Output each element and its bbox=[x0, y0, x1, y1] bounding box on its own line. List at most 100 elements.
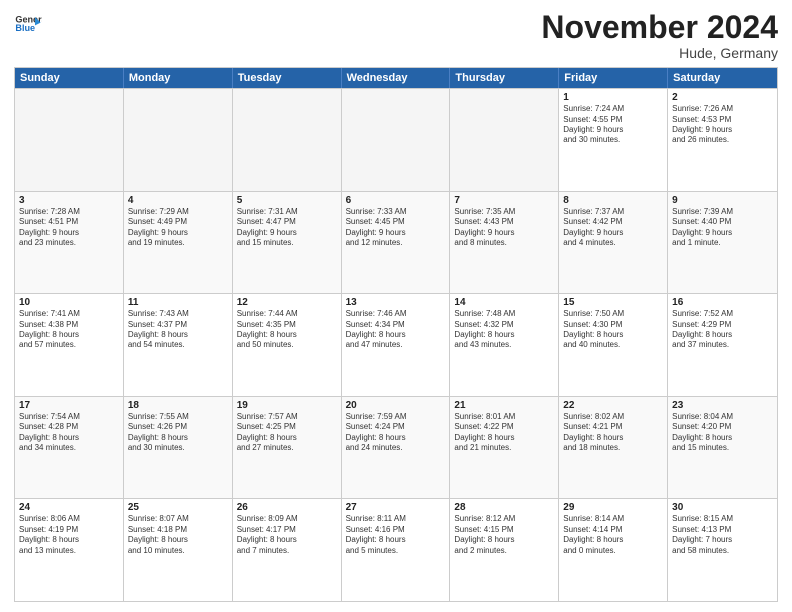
day-number: 16 bbox=[672, 297, 773, 308]
day-cell-8: 8Sunrise: 7:37 AM Sunset: 4:42 PM Daylig… bbox=[559, 192, 668, 294]
day-info: Sunrise: 8:09 AM Sunset: 4:17 PM Dayligh… bbox=[237, 514, 337, 556]
calendar-row-4: 24Sunrise: 8:06 AM Sunset: 4:19 PM Dayli… bbox=[15, 498, 777, 601]
day-number: 10 bbox=[19, 297, 119, 308]
day-info: Sunrise: 7:33 AM Sunset: 4:45 PM Dayligh… bbox=[346, 207, 446, 249]
day-cell-9: 9Sunrise: 7:39 AM Sunset: 4:40 PM Daylig… bbox=[668, 192, 777, 294]
day-info: Sunrise: 7:59 AM Sunset: 4:24 PM Dayligh… bbox=[346, 412, 446, 454]
day-number: 11 bbox=[128, 297, 228, 308]
day-cell-2: 2Sunrise: 7:26 AM Sunset: 4:53 PM Daylig… bbox=[668, 89, 777, 191]
empty-cell bbox=[342, 89, 451, 191]
day-number: 4 bbox=[128, 195, 228, 206]
day-info: Sunrise: 7:44 AM Sunset: 4:35 PM Dayligh… bbox=[237, 309, 337, 351]
day-info: Sunrise: 7:46 AM Sunset: 4:34 PM Dayligh… bbox=[346, 309, 446, 351]
day-cell-24: 24Sunrise: 8:06 AM Sunset: 4:19 PM Dayli… bbox=[15, 499, 124, 601]
day-cell-10: 10Sunrise: 7:41 AM Sunset: 4:38 PM Dayli… bbox=[15, 294, 124, 396]
weekday-header-sunday: Sunday bbox=[15, 68, 124, 88]
day-cell-16: 16Sunrise: 7:52 AM Sunset: 4:29 PM Dayli… bbox=[668, 294, 777, 396]
title-area: November 2024 Hude, Germany bbox=[541, 10, 778, 61]
day-number: 24 bbox=[19, 502, 119, 513]
day-cell-4: 4Sunrise: 7:29 AM Sunset: 4:49 PM Daylig… bbox=[124, 192, 233, 294]
weekday-header-monday: Monday bbox=[124, 68, 233, 88]
day-info: Sunrise: 7:31 AM Sunset: 4:47 PM Dayligh… bbox=[237, 207, 337, 249]
day-number: 26 bbox=[237, 502, 337, 513]
calendar-body: 1Sunrise: 7:24 AM Sunset: 4:55 PM Daylig… bbox=[15, 88, 777, 601]
weekday-header-saturday: Saturday bbox=[668, 68, 777, 88]
empty-cell bbox=[450, 89, 559, 191]
day-info: Sunrise: 7:39 AM Sunset: 4:40 PM Dayligh… bbox=[672, 207, 773, 249]
day-number: 20 bbox=[346, 400, 446, 411]
day-number: 12 bbox=[237, 297, 337, 308]
day-cell-1: 1Sunrise: 7:24 AM Sunset: 4:55 PM Daylig… bbox=[559, 89, 668, 191]
weekday-header-tuesday: Tuesday bbox=[233, 68, 342, 88]
month-title: November 2024 bbox=[541, 10, 778, 45]
day-number: 25 bbox=[128, 502, 228, 513]
day-info: Sunrise: 7:41 AM Sunset: 4:38 PM Dayligh… bbox=[19, 309, 119, 351]
day-number: 30 bbox=[672, 502, 773, 513]
day-info: Sunrise: 8:01 AM Sunset: 4:22 PM Dayligh… bbox=[454, 412, 554, 454]
empty-cell bbox=[15, 89, 124, 191]
day-info: Sunrise: 7:55 AM Sunset: 4:26 PM Dayligh… bbox=[128, 412, 228, 454]
day-cell-3: 3Sunrise: 7:28 AM Sunset: 4:51 PM Daylig… bbox=[15, 192, 124, 294]
calendar-row-2: 10Sunrise: 7:41 AM Sunset: 4:38 PM Dayli… bbox=[15, 293, 777, 396]
svg-text:Blue: Blue bbox=[15, 23, 35, 33]
day-info: Sunrise: 8:06 AM Sunset: 4:19 PM Dayligh… bbox=[19, 514, 119, 556]
day-info: Sunrise: 7:29 AM Sunset: 4:49 PM Dayligh… bbox=[128, 207, 228, 249]
calendar: SundayMondayTuesdayWednesdayThursdayFrid… bbox=[14, 67, 778, 602]
day-cell-21: 21Sunrise: 8:01 AM Sunset: 4:22 PM Dayli… bbox=[450, 397, 559, 499]
location: Hude, Germany bbox=[541, 45, 778, 61]
day-number: 14 bbox=[454, 297, 554, 308]
calendar-row-3: 17Sunrise: 7:54 AM Sunset: 4:28 PM Dayli… bbox=[15, 396, 777, 499]
day-cell-15: 15Sunrise: 7:50 AM Sunset: 4:30 PM Dayli… bbox=[559, 294, 668, 396]
day-info: Sunrise: 8:04 AM Sunset: 4:20 PM Dayligh… bbox=[672, 412, 773, 454]
day-number: 23 bbox=[672, 400, 773, 411]
day-number: 7 bbox=[454, 195, 554, 206]
day-cell-25: 25Sunrise: 8:07 AM Sunset: 4:18 PM Dayli… bbox=[124, 499, 233, 601]
day-number: 13 bbox=[346, 297, 446, 308]
day-info: Sunrise: 8:15 AM Sunset: 4:13 PM Dayligh… bbox=[672, 514, 773, 556]
day-cell-23: 23Sunrise: 8:04 AM Sunset: 4:20 PM Dayli… bbox=[668, 397, 777, 499]
header: General Blue November 2024 Hude, Germany bbox=[14, 10, 778, 61]
day-info: Sunrise: 8:14 AM Sunset: 4:14 PM Dayligh… bbox=[563, 514, 663, 556]
day-info: Sunrise: 8:07 AM Sunset: 4:18 PM Dayligh… bbox=[128, 514, 228, 556]
calendar-row-0: 1Sunrise: 7:24 AM Sunset: 4:55 PM Daylig… bbox=[15, 88, 777, 191]
empty-cell bbox=[124, 89, 233, 191]
day-info: Sunrise: 7:57 AM Sunset: 4:25 PM Dayligh… bbox=[237, 412, 337, 454]
day-cell-11: 11Sunrise: 7:43 AM Sunset: 4:37 PM Dayli… bbox=[124, 294, 233, 396]
day-number: 29 bbox=[563, 502, 663, 513]
day-number: 22 bbox=[563, 400, 663, 411]
day-number: 6 bbox=[346, 195, 446, 206]
weekday-header-thursday: Thursday bbox=[450, 68, 559, 88]
day-cell-17: 17Sunrise: 7:54 AM Sunset: 4:28 PM Dayli… bbox=[15, 397, 124, 499]
day-info: Sunrise: 8:02 AM Sunset: 4:21 PM Dayligh… bbox=[563, 412, 663, 454]
day-number: 18 bbox=[128, 400, 228, 411]
day-number: 3 bbox=[19, 195, 119, 206]
day-cell-26: 26Sunrise: 8:09 AM Sunset: 4:17 PM Dayli… bbox=[233, 499, 342, 601]
calendar-row-1: 3Sunrise: 7:28 AM Sunset: 4:51 PM Daylig… bbox=[15, 191, 777, 294]
day-cell-27: 27Sunrise: 8:11 AM Sunset: 4:16 PM Dayli… bbox=[342, 499, 451, 601]
day-number: 21 bbox=[454, 400, 554, 411]
weekday-header-friday: Friday bbox=[559, 68, 668, 88]
day-number: 27 bbox=[346, 502, 446, 513]
day-cell-13: 13Sunrise: 7:46 AM Sunset: 4:34 PM Dayli… bbox=[342, 294, 451, 396]
day-info: Sunrise: 7:54 AM Sunset: 4:28 PM Dayligh… bbox=[19, 412, 119, 454]
calendar-header: SundayMondayTuesdayWednesdayThursdayFrid… bbox=[15, 68, 777, 88]
day-info: Sunrise: 7:26 AM Sunset: 4:53 PM Dayligh… bbox=[672, 104, 773, 146]
page: General Blue November 2024 Hude, Germany… bbox=[0, 0, 792, 612]
day-number: 2 bbox=[672, 92, 773, 103]
day-info: Sunrise: 7:28 AM Sunset: 4:51 PM Dayligh… bbox=[19, 207, 119, 249]
day-number: 9 bbox=[672, 195, 773, 206]
day-info: Sunrise: 7:50 AM Sunset: 4:30 PM Dayligh… bbox=[563, 309, 663, 351]
day-info: Sunrise: 7:37 AM Sunset: 4:42 PM Dayligh… bbox=[563, 207, 663, 249]
day-info: Sunrise: 8:12 AM Sunset: 4:15 PM Dayligh… bbox=[454, 514, 554, 556]
logo-icon: General Blue bbox=[14, 10, 42, 38]
day-number: 28 bbox=[454, 502, 554, 513]
day-cell-20: 20Sunrise: 7:59 AM Sunset: 4:24 PM Dayli… bbox=[342, 397, 451, 499]
day-cell-30: 30Sunrise: 8:15 AM Sunset: 4:13 PM Dayli… bbox=[668, 499, 777, 601]
day-info: Sunrise: 7:48 AM Sunset: 4:32 PM Dayligh… bbox=[454, 309, 554, 351]
day-cell-5: 5Sunrise: 7:31 AM Sunset: 4:47 PM Daylig… bbox=[233, 192, 342, 294]
day-info: Sunrise: 7:43 AM Sunset: 4:37 PM Dayligh… bbox=[128, 309, 228, 351]
day-cell-7: 7Sunrise: 7:35 AM Sunset: 4:43 PM Daylig… bbox=[450, 192, 559, 294]
day-number: 8 bbox=[563, 195, 663, 206]
day-number: 17 bbox=[19, 400, 119, 411]
day-cell-18: 18Sunrise: 7:55 AM Sunset: 4:26 PM Dayli… bbox=[124, 397, 233, 499]
